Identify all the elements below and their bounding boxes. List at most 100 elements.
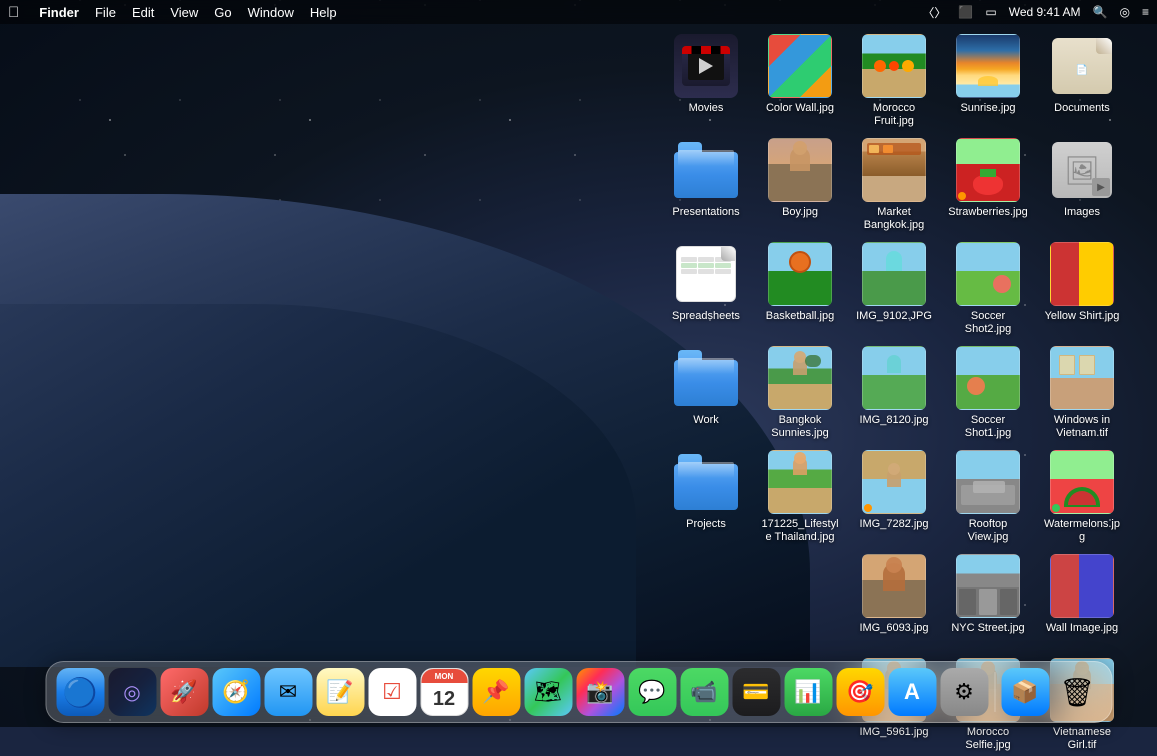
- menubar-go[interactable]: Go: [214, 5, 231, 20]
- icon-yellow-shirt[interactable]: Yellow Shirt.jpg: [1037, 238, 1127, 327]
- lifestyle-thumbnail: [768, 450, 832, 514]
- dock-appstore[interactable]: A: [888, 668, 936, 716]
- menubar-file[interactable]: File: [95, 5, 116, 20]
- icon-spreadsheets[interactable]: Spreadsheets: [661, 238, 751, 327]
- icon-strawberries[interactable]: Strawberries.jpg: [943, 134, 1033, 223]
- siri-icon[interactable]: ◎: [1120, 5, 1130, 19]
- wall-image-label: Wall Image.jpg: [1046, 622, 1118, 635]
- morocco-fruit-thumbnail: [862, 34, 926, 98]
- icon-morocco-fruit[interactable]: Morocco Fruit.jpg: [849, 30, 939, 132]
- icon-basketball[interactable]: Basketball.jpg: [755, 238, 845, 327]
- images-thumbnail: 🖼 ▶: [1050, 138, 1114, 202]
- menubar-window[interactable]: Window: [248, 5, 294, 20]
- dock-mail[interactable]: ✉: [264, 668, 312, 716]
- menubar-time[interactable]: Wed 9:41 AM: [1009, 5, 1081, 19]
- projects-thumbnail: [674, 450, 738, 514]
- dock-archive[interactable]: 📦: [1001, 668, 1049, 716]
- watermelons-label: Watermelons.jpg: [1042, 518, 1122, 544]
- img6093-label: IMG_6093.jpg: [859, 622, 928, 635]
- icon-img8120[interactable]: IMG_8120.jpg: [849, 342, 939, 431]
- vietnamese-girl-label: Vietnamese Girl.tif: [1042, 726, 1122, 752]
- battery-icon[interactable]: ▭: [985, 5, 996, 19]
- icon-color-wall[interactable]: Color Wall.jpg: [755, 30, 845, 119]
- dock-messages[interactable]: 💬: [628, 668, 676, 716]
- img6093-thumbnail: [862, 554, 926, 618]
- morocco-fruit-label: Morocco Fruit.jpg: [854, 102, 934, 128]
- icon-projects[interactable]: Projects: [661, 446, 751, 535]
- dock-calendar[interactable]: MON 12: [420, 668, 468, 716]
- nyc-street-thumbnail: [956, 554, 1020, 618]
- img7282-label: IMG_7282.jpg: [859, 518, 928, 531]
- icon-documents[interactable]: 📄 Documents: [1037, 30, 1127, 119]
- dock-trash[interactable]: 🗑: [1053, 668, 1101, 716]
- dock: 🔵 ◎ 🚀 🧭 ✉ 📝 ☑ MON 12 📌 🗺 📸 💬 📹 💳: [45, 661, 1112, 723]
- icon-watermelons[interactable]: Watermelons.jpg: [1037, 446, 1127, 548]
- wifi-icon[interactable]: 〈〉: [922, 4, 946, 21]
- color-wall-thumbnail: [768, 34, 832, 98]
- strawberries-thumbnail: [956, 138, 1020, 202]
- icon-nyc-street[interactable]: NYC Street.jpg: [943, 550, 1033, 639]
- dock-siri[interactable]: ◎: [108, 668, 156, 716]
- airplay-icon[interactable]: ⬛: [958, 5, 973, 19]
- sunrise-label: Sunrise.jpg: [960, 102, 1015, 115]
- dock-notes[interactable]: 📝: [316, 668, 364, 716]
- watermelons-dot: [1052, 504, 1060, 512]
- basketball-label: Basketball.jpg: [766, 310, 835, 323]
- dock-launchpad[interactable]: 🚀: [160, 668, 208, 716]
- menubar-view[interactable]: View: [170, 5, 198, 20]
- icon-bangkok-sun[interactable]: Bangkok Sunnies.jpg: [755, 342, 845, 444]
- basketball-thumbnail: [768, 242, 832, 306]
- boy-label: Boy.jpg: [782, 206, 818, 219]
- menubar-edit[interactable]: Edit: [132, 5, 154, 20]
- apple-menu[interactable]: : [8, 4, 19, 21]
- icon-img6093[interactable]: IMG_6093.jpg: [849, 550, 939, 639]
- menubar-app-name[interactable]: Finder: [39, 5, 79, 20]
- icon-rooftop[interactable]: Rooftop View.jpg: [943, 446, 1033, 548]
- icon-windows-vn[interactable]: Windows in Vietnam.tif: [1037, 342, 1127, 444]
- dock-finder[interactable]: 🔵: [56, 668, 104, 716]
- dock-safari[interactable]: 🧭: [212, 668, 260, 716]
- menubar-left:  Finder File Edit View Go Window Help: [8, 4, 337, 21]
- icon-movies[interactable]: Movies: [661, 30, 751, 119]
- color-wall-label: Color Wall.jpg: [766, 102, 834, 115]
- icon-soccer-shot1[interactable]: Soccer Shot1.jpg: [943, 342, 1033, 444]
- search-icon[interactable]: 🔍: [1093, 5, 1108, 19]
- dock-maps[interactable]: 🗺: [524, 668, 572, 716]
- icon-img9102[interactable]: IMG_9102.JPG: [849, 238, 939, 327]
- control-center-icon[interactable]: ≡: [1142, 5, 1149, 19]
- dock-stickies[interactable]: 📌: [472, 668, 520, 716]
- icon-images[interactable]: 🖼 ▶ Images: [1037, 134, 1127, 223]
- soccer-shot1-label: Soccer Shot1.jpg: [948, 414, 1028, 440]
- icon-soccer-shot2[interactable]: Soccer Shot2.jpg: [943, 238, 1033, 340]
- icon-work[interactable]: Work: [661, 342, 751, 431]
- img7282-thumbnail: [862, 450, 926, 514]
- icon-img7282[interactable]: IMG_7282.jpg: [849, 446, 939, 535]
- dock-system-preferences[interactable]: ⚙: [940, 668, 988, 716]
- dock-photos[interactable]: 📸: [576, 668, 624, 716]
- market-bangkok-label: Market Bangkok.jpg: [854, 206, 934, 232]
- yellow-shirt-label: Yellow Shirt.jpg: [1045, 310, 1120, 323]
- dock-keynote[interactable]: 🎯: [836, 668, 884, 716]
- icon-wall-image[interactable]: Wall Image.jpg: [1037, 550, 1127, 639]
- yellow-shirt-thumbnail: [1050, 242, 1114, 306]
- dock-numbers[interactable]: 📊: [784, 668, 832, 716]
- menubar:  Finder File Edit View Go Window Help 〈…: [0, 0, 1157, 24]
- img7282-dot: [864, 504, 872, 512]
- icon-market-bangkok[interactable]: Market Bangkok.jpg: [849, 134, 939, 236]
- icon-presentations[interactable]: Presentations: [661, 134, 751, 223]
- icon-boy[interactable]: Boy.jpg: [755, 134, 845, 223]
- dock-reminders[interactable]: ☑: [368, 668, 416, 716]
- projects-label: Projects: [686, 518, 726, 531]
- dock-wallet[interactable]: 💳: [732, 668, 780, 716]
- boy-thumbnail: [768, 138, 832, 202]
- movies-label: Movies: [689, 102, 724, 115]
- img8120-thumbnail: [862, 346, 926, 410]
- menubar-help[interactable]: Help: [310, 5, 337, 20]
- work-label: Work: [693, 414, 718, 427]
- dock-facetime[interactable]: 📹: [680, 668, 728, 716]
- icon-sunrise[interactable]: Sunrise.jpg: [943, 30, 1033, 119]
- strawberries-dot: [958, 192, 966, 200]
- windows-vn-label: Windows in Vietnam.tif: [1042, 414, 1122, 440]
- lifestyle-label: 171225_Lifestyle Thailand.jpg: [760, 518, 840, 544]
- icon-lifestyle[interactable]: 171225_Lifestyle Thailand.jpg: [755, 446, 845, 548]
